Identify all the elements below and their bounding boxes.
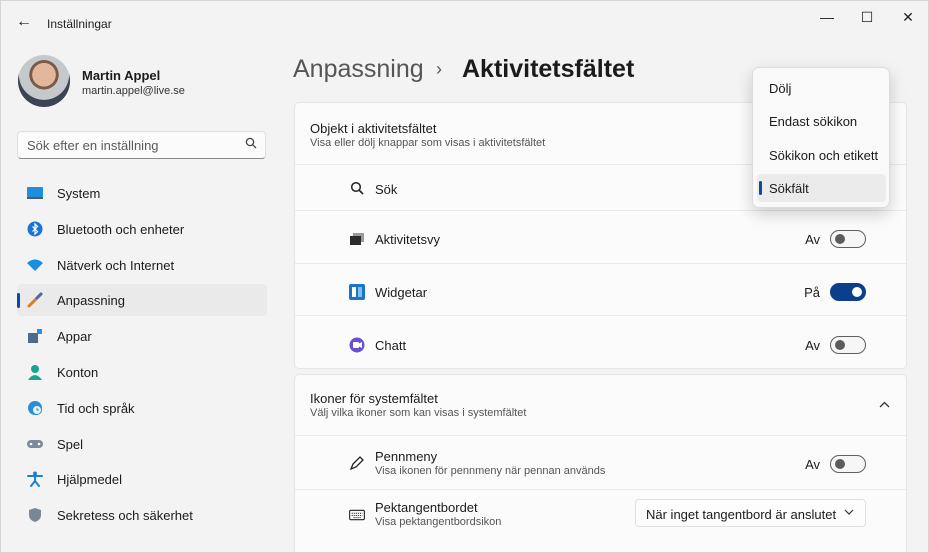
- shield-icon: [26, 507, 44, 523]
- user-email: martin.appel@live.se: [82, 85, 185, 97]
- chat-icon: [349, 337, 365, 353]
- page-title: Aktivitetsfältet: [462, 55, 635, 83]
- settings-window: ← Inställningar — ☐ ✕ Martin Appel marti…: [0, 0, 929, 553]
- task-view-icon: [349, 231, 365, 247]
- sidebar-item-label: Konton: [57, 364, 99, 380]
- task-view-toggle[interactable]: [830, 230, 866, 248]
- row-widgets: Widgetar På: [295, 263, 906, 316]
- toggle-knob: [835, 340, 845, 350]
- sidebar-item-gaming[interactable]: Spel: [17, 428, 267, 460]
- sidebar-item-bluetooth[interactable]: Bluetooth och enheter: [17, 213, 267, 245]
- menu-item-label: Dölj: [769, 81, 792, 96]
- system-tray-section: Ikoner för systemfältet Välj vilka ikone…: [294, 374, 907, 552]
- pen-menu-toggle[interactable]: [830, 455, 866, 473]
- row-sublabel: Visa pektangentbordsikon: [375, 516, 502, 528]
- sidebar-item-accounts[interactable]: Konton: [17, 356, 267, 388]
- search-box[interactable]: [17, 131, 266, 159]
- row-chat: Chatt Av: [295, 315, 906, 368]
- avatar[interactable]: [18, 55, 70, 107]
- title-bar: ← Inställningar — ☐ ✕: [1, 1, 928, 45]
- menu-item-label: Sökikon och etikett: [769, 148, 879, 163]
- toggle-state-label: På: [804, 285, 820, 300]
- minimize-button[interactable]: —: [807, 5, 847, 29]
- menu-item-search-icon-and-label[interactable]: Sökikon och etikett: [757, 141, 886, 169]
- row-label: Pektangentbordet: [375, 500, 478, 515]
- back-button[interactable]: ←: [13, 11, 35, 33]
- chevron-down-icon: [844, 507, 854, 518]
- row-pen-menu: Pennmeny Visa ikonen för pennmeny när pe…: [295, 435, 906, 490]
- toggle-knob: [852, 287, 862, 297]
- menu-item-label: Endast sökikon: [769, 114, 858, 129]
- toggle-knob: [835, 234, 845, 244]
- toggle-knob: [835, 459, 845, 469]
- gamepad-icon: [26, 436, 44, 452]
- row-label: Pennmeny: [375, 449, 438, 464]
- chevron-right-icon: ›: [436, 59, 442, 79]
- menu-item-hide[interactable]: Dölj: [757, 74, 886, 102]
- toggle-state-label: Av: [805, 232, 820, 247]
- brush-icon: [26, 292, 44, 308]
- row-label: Sök: [375, 182, 398, 197]
- sidebar-item-personalization[interactable]: Anpassning: [17, 284, 267, 317]
- pen-icon: [349, 455, 365, 471]
- sidebar-item-label: Appar: [57, 329, 92, 345]
- menu-item-label: Sökfält: [769, 181, 809, 196]
- toggle-state-label: Av: [805, 457, 820, 472]
- person-icon: [26, 364, 44, 380]
- apps-icon: [26, 328, 44, 344]
- user-name: Martin Appel: [82, 68, 161, 83]
- search-icon: [349, 180, 365, 196]
- close-button[interactable]: ✕: [888, 5, 928, 29]
- menu-item-search-box[interactable]: Sökfält: [757, 174, 886, 202]
- row-label: Aktivitetsvy: [375, 232, 441, 247]
- section-title: Objekt i aktivitetsfältet: [310, 121, 437, 136]
- section-subtitle: Visa eller dölj knappar som visas i akti…: [310, 137, 546, 149]
- widgets-icon: [349, 284, 365, 300]
- sidebar-item-privacy[interactable]: Sekretess och säkerhet: [17, 499, 267, 531]
- section-header[interactable]: Ikoner för systemfältet Välj vilka ikone…: [295, 375, 906, 436]
- sidebar-item-label: Bluetooth och enheter: [57, 221, 185, 237]
- row-task-view: Aktivitetsvy Av: [295, 210, 906, 264]
- sidebar-item-label: Sekretess och säkerhet: [57, 508, 193, 524]
- menu-item-search-icon-only[interactable]: Endast sökikon: [757, 107, 886, 135]
- sidebar-item-label: Hjälpmedel: [57, 472, 123, 488]
- clock-globe-icon: [26, 400, 44, 416]
- sidebar-item-label: Anpassning: [57, 293, 125, 309]
- sidebar-item-network[interactable]: Nätverk och Internet: [17, 249, 267, 281]
- monitor-icon: [26, 185, 44, 201]
- search-icon: [245, 137, 257, 152]
- row-label: Widgetar: [375, 285, 428, 300]
- chat-toggle[interactable]: [830, 336, 866, 354]
- row-touch-keyboard: Pektangentbordet Visa pektangentbordsiko…: [295, 489, 906, 541]
- sidebar-item-system[interactable]: System: [17, 177, 267, 209]
- search-display-menu: Dölj Endast sökikon Sökikon och etikett …: [752, 67, 890, 208]
- chevron-up-icon[interactable]: [879, 397, 890, 411]
- arrow-left-icon: ←: [16, 13, 32, 30]
- bluetooth-icon: [26, 221, 44, 237]
- row-sublabel: Visa ikonen för pennmeny när pennan anvä…: [375, 465, 606, 477]
- breadcrumb-parent[interactable]: Anpassning: [293, 55, 424, 84]
- sidebar-item-label: Tid och språk: [57, 400, 135, 416]
- section-title: Ikoner för systemfältet: [310, 391, 438, 406]
- sidebar-item-label: Nätverk och Internet: [57, 257, 175, 273]
- row-label: Chatt: [375, 338, 407, 353]
- accessibility-icon: [26, 471, 44, 488]
- search-input[interactable]: [18, 132, 238, 158]
- sidebar-item-label: System: [57, 186, 101, 201]
- touch-keyboard-dropdown[interactable]: När inget tangentbord är anslutet: [635, 499, 866, 527]
- sidebar-item-apps[interactable]: Appar: [17, 320, 267, 352]
- widgets-toggle[interactable]: [830, 283, 866, 301]
- app-title: Inställningar: [47, 17, 112, 31]
- sidebar-nav: System Bluetooth och enheter Nätverk och…: [17, 177, 267, 535]
- keyboard-icon: [349, 507, 365, 523]
- dropdown-value: När inget tangentbord är anslutet: [646, 507, 837, 522]
- wifi-icon: [26, 257, 44, 273]
- section-subtitle: Välj vilka ikoner som kan visas i system…: [310, 407, 527, 419]
- sidebar-item-label: Spel: [57, 436, 84, 452]
- sidebar-item-accessibility[interactable]: Hjälpmedel: [17, 463, 267, 495]
- sidebar-item-time-language[interactable]: Tid och språk: [17, 392, 267, 424]
- maximize-button[interactable]: ☐: [847, 5, 887, 29]
- toggle-state-label: Av: [805, 338, 820, 353]
